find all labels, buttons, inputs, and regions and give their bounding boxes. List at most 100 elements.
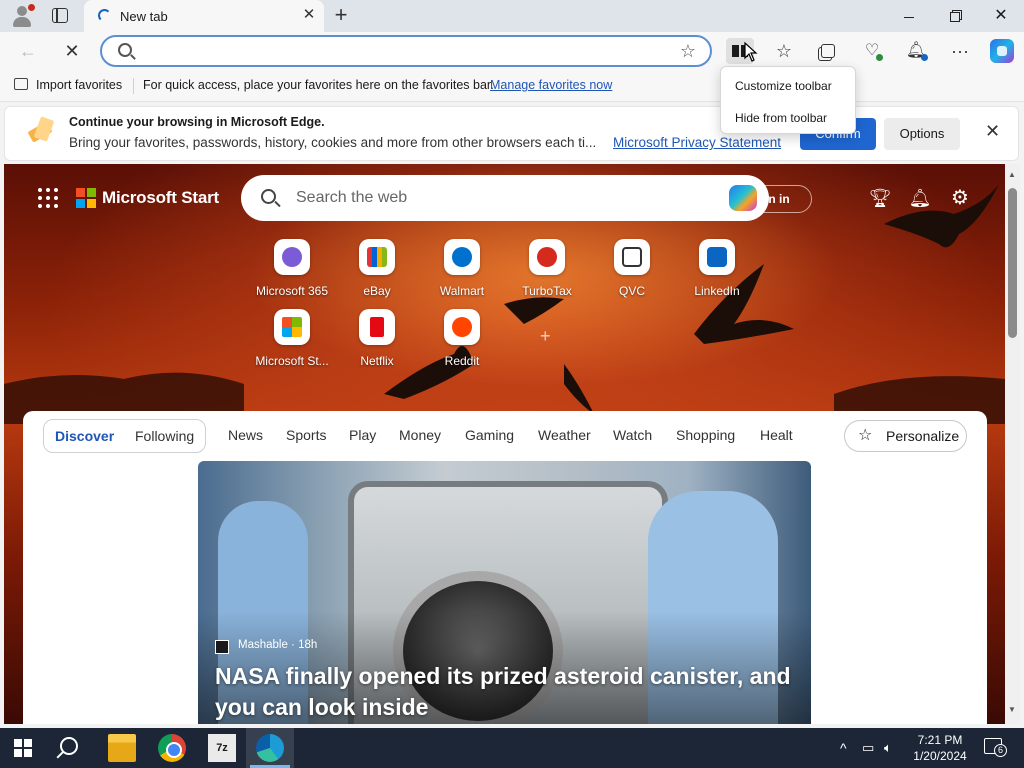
profile-icon[interactable] (10, 4, 35, 28)
source-logo-icon (215, 640, 229, 654)
tab-news[interactable]: News (228, 427, 263, 443)
search-icon (118, 43, 132, 57)
restore-button[interactable] (932, 0, 978, 32)
tray-chevron-icon[interactable]: ^ (840, 740, 847, 756)
settings-gear-icon[interactable]: ⚙ (948, 186, 972, 210)
feed-pill-tabs: Discover Following (43, 419, 206, 453)
tab-discover[interactable]: Discover (55, 428, 114, 444)
tab-new-tab[interactable]: New tab ✕ (84, 0, 324, 32)
hero-article-card[interactable]: Mashable · 18h NASA finally opened its p… (198, 461, 811, 724)
notifications-icon[interactable]: 🔔︎ (902, 38, 930, 64)
tab-sports[interactable]: Sports (286, 427, 326, 443)
quick-link-netflix[interactable]: Netflix (332, 309, 422, 373)
copilot-icon[interactable] (990, 39, 1014, 63)
taskbar-search-icon[interactable] (60, 737, 78, 755)
quick-link-walmart[interactable]: Walmart (417, 239, 507, 303)
scroll-up-icon[interactable]: ▲ (1008, 170, 1016, 179)
copilot-icon[interactable] (729, 185, 757, 211)
menu-item-hide-from-toolbar[interactable]: Hide from toolbar (721, 103, 857, 133)
tab-close-icon[interactable]: ✕ (300, 6, 318, 24)
options-button[interactable]: Options (884, 118, 960, 150)
personalize-button[interactable]: ☆ Personalize (844, 420, 967, 452)
article-source: Mashable · 18h (238, 639, 318, 651)
import-infobar: Continue your browsing in Microsoft Edge… (4, 106, 1019, 161)
new-tab-button[interactable]: + (330, 3, 352, 27)
rewards-icon[interactable]: 🏆︎ (868, 186, 892, 210)
favorite-star-icon[interactable]: ☆ (680, 40, 696, 62)
import-icon (14, 78, 28, 90)
quick-link-microsoft-365[interactable]: Microsoft 365 (247, 239, 337, 303)
scrollbar-thumb[interactable] (1008, 188, 1017, 338)
tab-shopping[interactable]: Shopping (676, 427, 735, 443)
tab-actions-icon[interactable] (52, 8, 68, 23)
web-search-box[interactable]: Search the web (241, 175, 769, 221)
start-icon[interactable] (14, 739, 32, 757)
tab-play[interactable]: Play (349, 427, 376, 443)
title-bar: New tab ✕ + ✕ (0, 0, 1024, 32)
tab-following[interactable]: Following (135, 428, 194, 444)
tab-gaming[interactable]: Gaming (465, 427, 514, 443)
chrome-icon[interactable] (158, 734, 186, 762)
turbotax-icon (529, 239, 565, 275)
ebay-icon (359, 239, 395, 275)
quick-link-reddit[interactable]: Reddit (417, 309, 507, 373)
news-feed: Discover Following News Sports Play Mone… (23, 411, 987, 724)
tab-health[interactable]: Healt (760, 427, 793, 443)
infobar-close-icon[interactable]: ✕ (985, 121, 1000, 142)
notification-count-badge: 6 (994, 744, 1007, 757)
tab-watch[interactable]: Watch (613, 427, 652, 443)
divider (133, 78, 134, 94)
import-favorites-button[interactable]: Import favorites (14, 78, 122, 92)
back-icon[interactable]: ← (14, 38, 42, 64)
more-icon[interactable]: ··· (946, 38, 974, 64)
vertical-scrollbar[interactable]: ▲ ▼ (1005, 164, 1020, 724)
qvc-icon (614, 239, 650, 275)
stop-icon[interactable]: ✕ (58, 38, 86, 64)
tab-money[interactable]: Money (399, 427, 441, 443)
mouse-cursor-icon (744, 41, 758, 65)
netflix-icon (359, 309, 395, 345)
microsoft-365-icon (274, 239, 310, 275)
brand-title[interactable]: Microsoft Start (102, 188, 219, 208)
clock-time: 7:21 PM (917, 733, 963, 747)
tab-weather[interactable]: Weather (538, 427, 591, 443)
reddit-icon (444, 309, 480, 345)
quick-link-ebay[interactable]: eBay (332, 239, 422, 303)
window-close-button[interactable]: ✕ (978, 0, 1024, 32)
windows-taskbar: 7z ^ ▭ 🔈︎ 7:21 PM 1/20/2024 6 (0, 728, 1024, 768)
apps-grid-icon[interactable] (38, 188, 58, 208)
clock-date: 1/20/2024 (913, 749, 967, 763)
address-input[interactable] (142, 41, 662, 63)
minimize-button[interactable] (886, 0, 932, 32)
edge-icon[interactable] (256, 734, 284, 762)
volume-muted-icon[interactable]: 🔈︎ (884, 740, 892, 756)
walmart-icon (444, 239, 480, 275)
browser-essentials-icon[interactable]: ♡ (858, 38, 886, 64)
address-bar[interactable]: ☆ (100, 35, 712, 67)
personalize-icon: ☆ (858, 427, 873, 444)
quick-link-qvc[interactable]: QVC (587, 239, 677, 303)
infobar-text: Bring your favorites, passwords, history… (69, 135, 597, 150)
scroll-down-icon[interactable]: ▼ (1008, 705, 1016, 714)
privacy-statement-link[interactable]: Microsoft Privacy Statement (613, 135, 781, 150)
browser-toolbar: ← ✕ ☆ ☆ ♡ 🔔︎ ··· (0, 32, 1024, 70)
7zip-icon[interactable]: 7z (208, 734, 236, 762)
microsoft-store-icon (274, 309, 310, 345)
clock[interactable]: 7:21 PM 1/20/2024 (900, 732, 980, 764)
menu-item-customize-toolbar[interactable]: Customize toolbar (721, 71, 857, 101)
search-icon (261, 189, 276, 204)
toolbar-context-menu: Customize toolbar Hide from toolbar (720, 66, 856, 134)
quick-link-turbotax[interactable]: TurboTax (502, 239, 592, 303)
quick-link-microsoft-store[interactable]: Microsoft St... (247, 309, 337, 373)
network-icon[interactable]: ▭ (862, 740, 874, 756)
favorites-icon[interactable]: ☆ (770, 38, 798, 64)
notifications-icon[interactable]: 🔔︎ (908, 186, 932, 210)
manage-favorites-link[interactable]: Manage favorites now (490, 78, 612, 92)
add-shortcut-icon[interactable]: + (540, 326, 551, 347)
collections-icon[interactable] (814, 38, 842, 64)
article-headline[interactable]: NASA finally opened its prized asteroid … (215, 661, 805, 723)
microsoft-logo-icon (76, 188, 96, 208)
file-explorer-icon[interactable] (108, 734, 136, 762)
quick-link-linkedin[interactable]: LinkedIn (672, 239, 762, 303)
favorites-hint: For quick access, place your favorites h… (143, 78, 494, 92)
